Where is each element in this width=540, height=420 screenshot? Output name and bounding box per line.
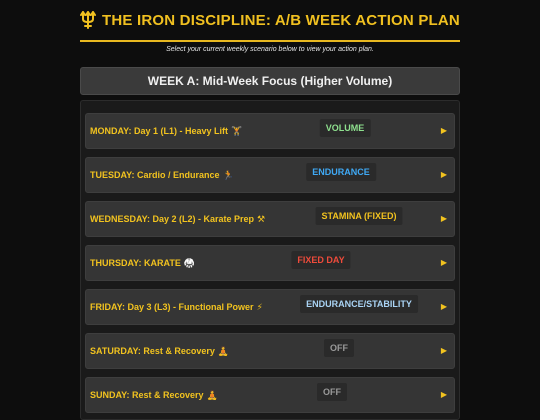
day-row-sunday[interactable]: SUNDAY: Rest & Recovery 🧘 OFF ▶ (85, 377, 455, 413)
day-label: SATURDAY: Rest & Recovery 🧘 (90, 334, 229, 368)
focus-badge: ENDURANCE/STABILITY (300, 295, 418, 313)
trident-icon (80, 11, 97, 29)
page-header: THE IRON DISCIPLINE: A/B WEEK ACTION PLA… (80, 0, 460, 42)
expand-arrow-icon[interactable]: ▶ (441, 378, 447, 412)
day-label: TUESDAY: Cardio / Endurance 🏃 (90, 158, 234, 192)
expand-arrow-icon[interactable]: ▶ (441, 158, 447, 192)
day-label-text: WEDNESDAY: Day 2 (L2) - Karate Prep (90, 214, 255, 224)
activity-icon: ⚡ (256, 302, 263, 312)
day-row-saturday[interactable]: SATURDAY: Rest & Recovery 🧘 OFF ▶ (85, 333, 455, 369)
day-label-text: SUNDAY: Rest & Recovery (90, 390, 204, 400)
focus-badge: FIXED DAY (291, 251, 351, 269)
day-label-text: FRIDAY: Day 3 (L3) - Functional Power (90, 302, 254, 312)
focus-badge: VOLUME (319, 119, 371, 137)
expand-arrow-icon[interactable]: ▶ (441, 334, 447, 368)
instruction-text: Select your current weekly scenario belo… (166, 46, 374, 53)
focus-badge: ENDURANCE (306, 163, 376, 181)
week-a-button[interactable]: WEEK A: Mid-Week Focus (Higher Volume) (80, 67, 460, 95)
page-title: THE IRON DISCIPLINE: A/B WEEK ACTION PLA… (80, 11, 460, 29)
expand-arrow-icon[interactable]: ▶ (441, 202, 447, 236)
focus-badge: OFF (317, 383, 347, 401)
day-label: WEDNESDAY: Day 2 (L2) - Karate Prep ⚒ (90, 202, 265, 236)
day-label: THURSDAY: KARATE 🥋 (90, 246, 195, 280)
expand-arrow-icon[interactable]: ▶ (441, 114, 447, 148)
activity-icon: 🧘 (217, 346, 230, 356)
day-label: FRIDAY: Day 3 (L3) - Functional Power ⚡ (90, 290, 263, 324)
day-row-tuesday[interactable]: TUESDAY: Cardio / Endurance 🏃 ENDURANCE ▶ (85, 157, 455, 193)
day-label-text: MONDAY: Day 1 (L1) - Heavy Lift (90, 126, 229, 136)
day-label-text: TUESDAY: Cardio / Endurance (90, 170, 220, 180)
focus-badge: STAMINA (FIXED) (315, 207, 403, 225)
day-label: MONDAY: Day 1 (L1) - Heavy Lift 🏋 (90, 114, 242, 148)
focus-badge: OFF (324, 339, 354, 357)
day-label-text: THURSDAY: KARATE (90, 258, 181, 268)
day-row-thursday[interactable]: THURSDAY: KARATE 🥋 FIXED DAY ▶ (85, 245, 455, 281)
activity-icon: ⚒ (257, 214, 266, 224)
activity-icon: 🥋 (183, 258, 196, 268)
activity-icon: 🏋 (231, 126, 243, 136)
activity-icon: 🏃 (222, 170, 234, 180)
day-row-monday[interactable]: MONDAY: Day 1 (L1) - Heavy Lift 🏋 VOLUME ▶ (85, 113, 455, 149)
day-row-friday[interactable]: FRIDAY: Day 3 (L3) - Functional Power ⚡ EN… (85, 289, 455, 325)
expand-arrow-icon[interactable]: ▶ (441, 246, 447, 280)
day-label-text: SATURDAY: Rest & Recovery (90, 346, 215, 356)
expand-arrow-icon[interactable]: ▶ (441, 290, 447, 324)
day-label: SUNDAY: Rest & Recovery 🧘 (90, 378, 218, 412)
activity-icon: 🧘 (206, 390, 218, 400)
page-title-text: THE IRON DISCIPLINE: A/B WEEK ACTION PLA… (102, 11, 460, 29)
day-row-wednesday[interactable]: WEDNESDAY: Day 2 (L2) - Karate Prep ⚒ STAM… (85, 201, 455, 237)
